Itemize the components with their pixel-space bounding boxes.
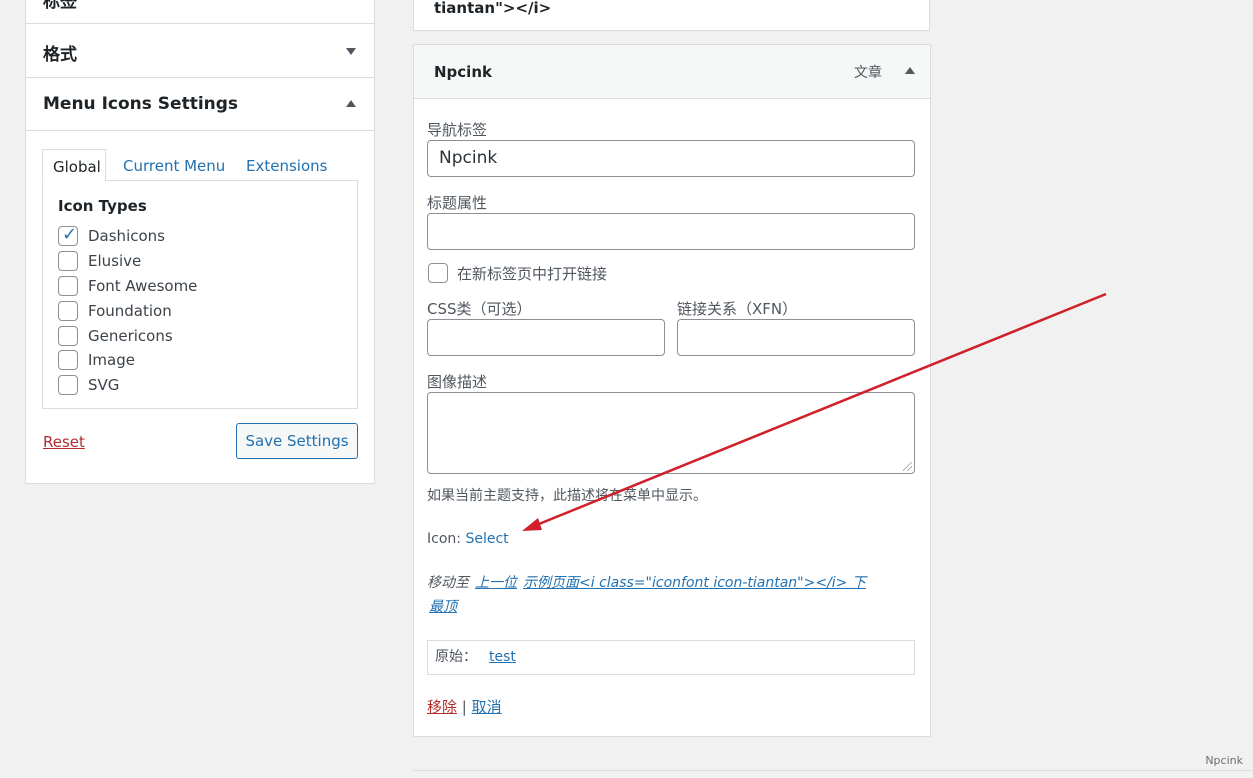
accordion-format[interactable]: 格式 — [26, 24, 374, 78]
accordion-tags-title: 标签 — [43, 0, 77, 12]
icon-type-label: Font Awesome — [88, 277, 198, 295]
item-actions: 移除 | 取消 — [427, 696, 502, 717]
accordion-tags[interactable]: 标签 — [26, 0, 374, 24]
icon-type-label: SVG — [88, 376, 120, 394]
icon-type-label: Dashicons — [88, 227, 165, 245]
collapse-arrow-icon[interactable] — [905, 67, 915, 74]
checkmark-icon: ✓ — [62, 224, 78, 245]
tab-current-menu[interactable]: Current Menu — [123, 149, 225, 181]
menu-icon-row: Icon: Select — [427, 531, 509, 547]
original-link[interactable]: test — [489, 649, 516, 665]
new-tab-checkbox[interactable] — [428, 263, 448, 283]
description-hint: 如果当前主题支持，此描述将在菜单中显示。 — [427, 488, 707, 504]
menu-item-title: Npcink — [434, 63, 492, 81]
checkbox-font-awesome[interactable] — [58, 276, 78, 296]
menu-settings-sidebar: 标签 格式 Menu Icons Settings Global Current… — [25, 0, 375, 484]
tab-global[interactable]: Global — [42, 149, 106, 182]
checkbox-foundation[interactable] — [58, 301, 78, 321]
menu-item-type: 文章 — [854, 65, 882, 81]
tab-extensions[interactable]: Extensions — [246, 149, 327, 181]
checkbox-image[interactable] — [58, 350, 78, 370]
nav-label-input[interactable]: Npcink — [427, 140, 915, 177]
icon-type-label: Genericons — [88, 327, 173, 345]
save-settings-button[interactable]: Save Settings — [236, 423, 358, 459]
icon-select-link[interactable]: Select — [465, 531, 508, 547]
action-separator: | — [461, 698, 467, 716]
checkbox-svg[interactable] — [58, 375, 78, 395]
move-to-row: 移动至 上一位 示例页面<i class="iconfont icon-tianta… — [427, 571, 907, 619]
remove-link[interactable]: 移除 — [427, 698, 457, 716]
global-tab-panel: Icon Types ✓ Dashicons Elusive Font Awes… — [42, 180, 358, 409]
previous-menu-item-fragment: tiantan"></i> — [413, 0, 930, 31]
menu-item-npcink: Npcink 文章 导航标签 Npcink 标题属性 在新标签页中打开链接 CS… — [413, 44, 931, 737]
xfn-input[interactable] — [677, 319, 915, 356]
move-to-label: 移动至 — [427, 575, 469, 591]
icon-type-label: Image — [88, 351, 135, 369]
description-label: 图像描述 — [427, 373, 488, 391]
previous-menu-item-title: tiantan"></i> — [434, 0, 552, 17]
watermark: Npcink — [1205, 754, 1243, 767]
title-attribute-input[interactable] — [427, 213, 915, 250]
description-textarea[interactable] — [427, 392, 915, 474]
chevron-down-icon[interactable] — [346, 48, 356, 55]
icon-types-title: Icon Types — [58, 197, 147, 215]
accordion-menu-icons[interactable]: Menu Icons Settings — [26, 78, 374, 131]
reset-link[interactable]: Reset — [43, 433, 85, 451]
accordion-menu-icons-title: Menu Icons Settings — [43, 94, 239, 114]
new-tab-label: 在新标签页中打开链接 — [457, 265, 608, 283]
nav-label-label: 导航标签 — [427, 121, 488, 139]
checkbox-dashicons[interactable]: ✓ — [58, 224, 78, 246]
checkbox-genericons[interactable] — [58, 326, 78, 346]
move-top-link[interactable]: 最顶 — [429, 599, 457, 615]
move-under-link[interactable]: 示例页面<i class="iconfont icon-tiantan"></i… — [523, 575, 866, 591]
title-attribute-label: 标题属性 — [427, 194, 488, 212]
original-link-box: 原始： test — [427, 640, 915, 675]
css-class-label: CSS类（可选） — [427, 300, 532, 318]
icon-type-label: Foundation — [88, 302, 172, 320]
cancel-link[interactable]: 取消 — [472, 698, 502, 716]
resize-grip-icon[interactable] — [903, 462, 912, 471]
original-label: 原始： — [435, 649, 477, 665]
icon-type-label: Elusive — [88, 252, 142, 270]
icon-prefix-label: Icon: — [427, 531, 461, 547]
css-class-input[interactable] — [427, 319, 665, 356]
chevron-up-icon[interactable] — [346, 100, 356, 107]
move-up-link[interactable]: 上一位 — [475, 575, 517, 591]
divider — [413, 770, 1253, 771]
accordion-format-title: 格式 — [43, 45, 77, 65]
menu-item-header[interactable]: Npcink 文章 — [414, 45, 930, 99]
checkbox-elusive[interactable] — [58, 251, 78, 271]
xfn-label: 链接关系（XFN） — [677, 300, 798, 318]
